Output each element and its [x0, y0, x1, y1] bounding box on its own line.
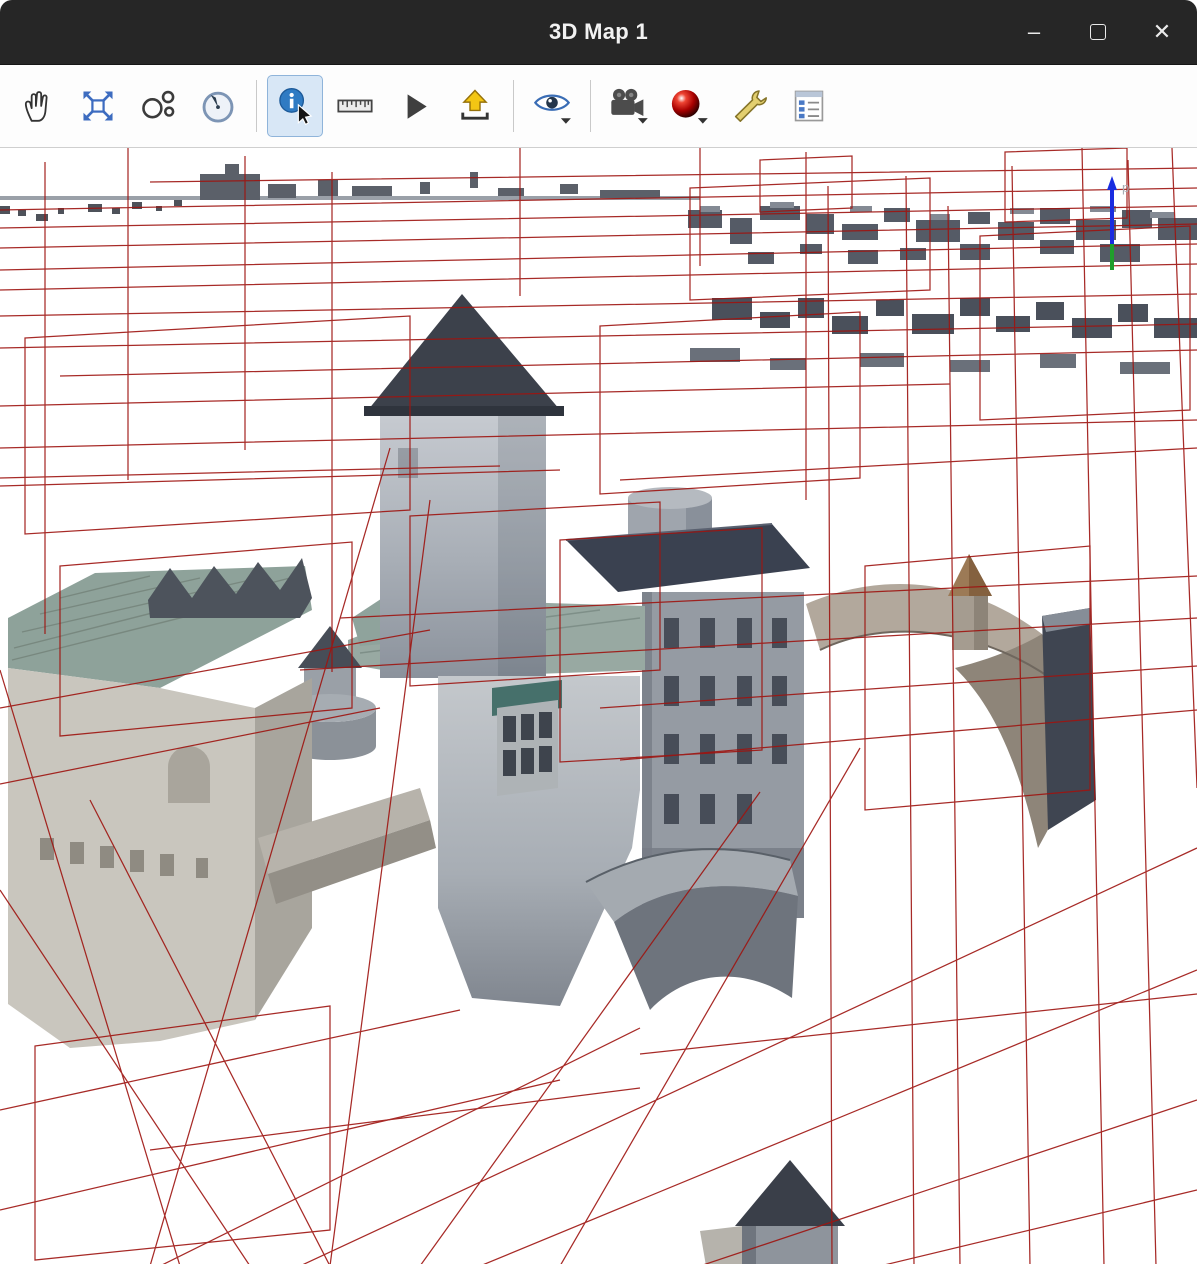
export-tool-button[interactable] [447, 75, 503, 137]
info-cursor-icon [276, 87, 314, 125]
ruler-icon [335, 87, 375, 125]
up-arrow-icon [455, 87, 495, 125]
pan-tool-button[interactable] [10, 75, 66, 137]
circles-icon [139, 87, 177, 125]
maximize-icon [1090, 24, 1106, 40]
movie-camera-icon [608, 86, 650, 126]
play-tool-button[interactable] [387, 75, 443, 137]
zoom-extents-tool-button[interactable] [70, 75, 126, 137]
toolbar-separator [590, 80, 591, 132]
four-arrows-icon [79, 87, 117, 125]
window-title: 3D Map 1 [549, 19, 648, 45]
toolbar-separator [513, 80, 514, 132]
minimize-button[interactable]: – [1017, 15, 1051, 49]
report-tool-button[interactable] [781, 75, 837, 137]
3d-scene[interactable]: p [0, 148, 1197, 1264]
3d-map-window: 3D Map 1 – ✕ [0, 0, 1197, 1264]
maximize-button[interactable] [1081, 15, 1115, 49]
report-table-icon [790, 87, 828, 125]
wrench-icon [729, 86, 769, 126]
compass-tool-button[interactable] [190, 75, 246, 137]
castle-model [8, 294, 1096, 1264]
window-controls: – ✕ [1017, 0, 1179, 64]
axis-label: p [1122, 180, 1129, 195]
toolbar [0, 65, 1197, 148]
red-sphere-icon [668, 86, 710, 126]
toolbar-separator [256, 80, 257, 132]
eye-icon [532, 86, 572, 126]
hand-icon [20, 88, 56, 124]
background-city [0, 164, 1197, 374]
visibility-tool-button[interactable] [524, 75, 580, 137]
sphere-tool-button[interactable] [661, 75, 717, 137]
title-bar: 3D Map 1 – ✕ [0, 0, 1197, 65]
3d-viewport[interactable]: p [0, 148, 1197, 1264]
camera-tool-button[interactable] [601, 75, 657, 137]
chevron-down-icon [638, 118, 648, 124]
circle-select-tool-button[interactable] [130, 75, 186, 137]
identify-tool-button[interactable] [267, 75, 323, 137]
play-icon [397, 88, 433, 124]
measure-tool-button[interactable] [327, 75, 383, 137]
chevron-down-icon [698, 118, 708, 124]
close-button[interactable]: ✕ [1145, 15, 1179, 49]
chevron-down-icon [561, 118, 571, 124]
compass-icon [199, 87, 237, 125]
settings-tool-button[interactable] [721, 75, 777, 137]
